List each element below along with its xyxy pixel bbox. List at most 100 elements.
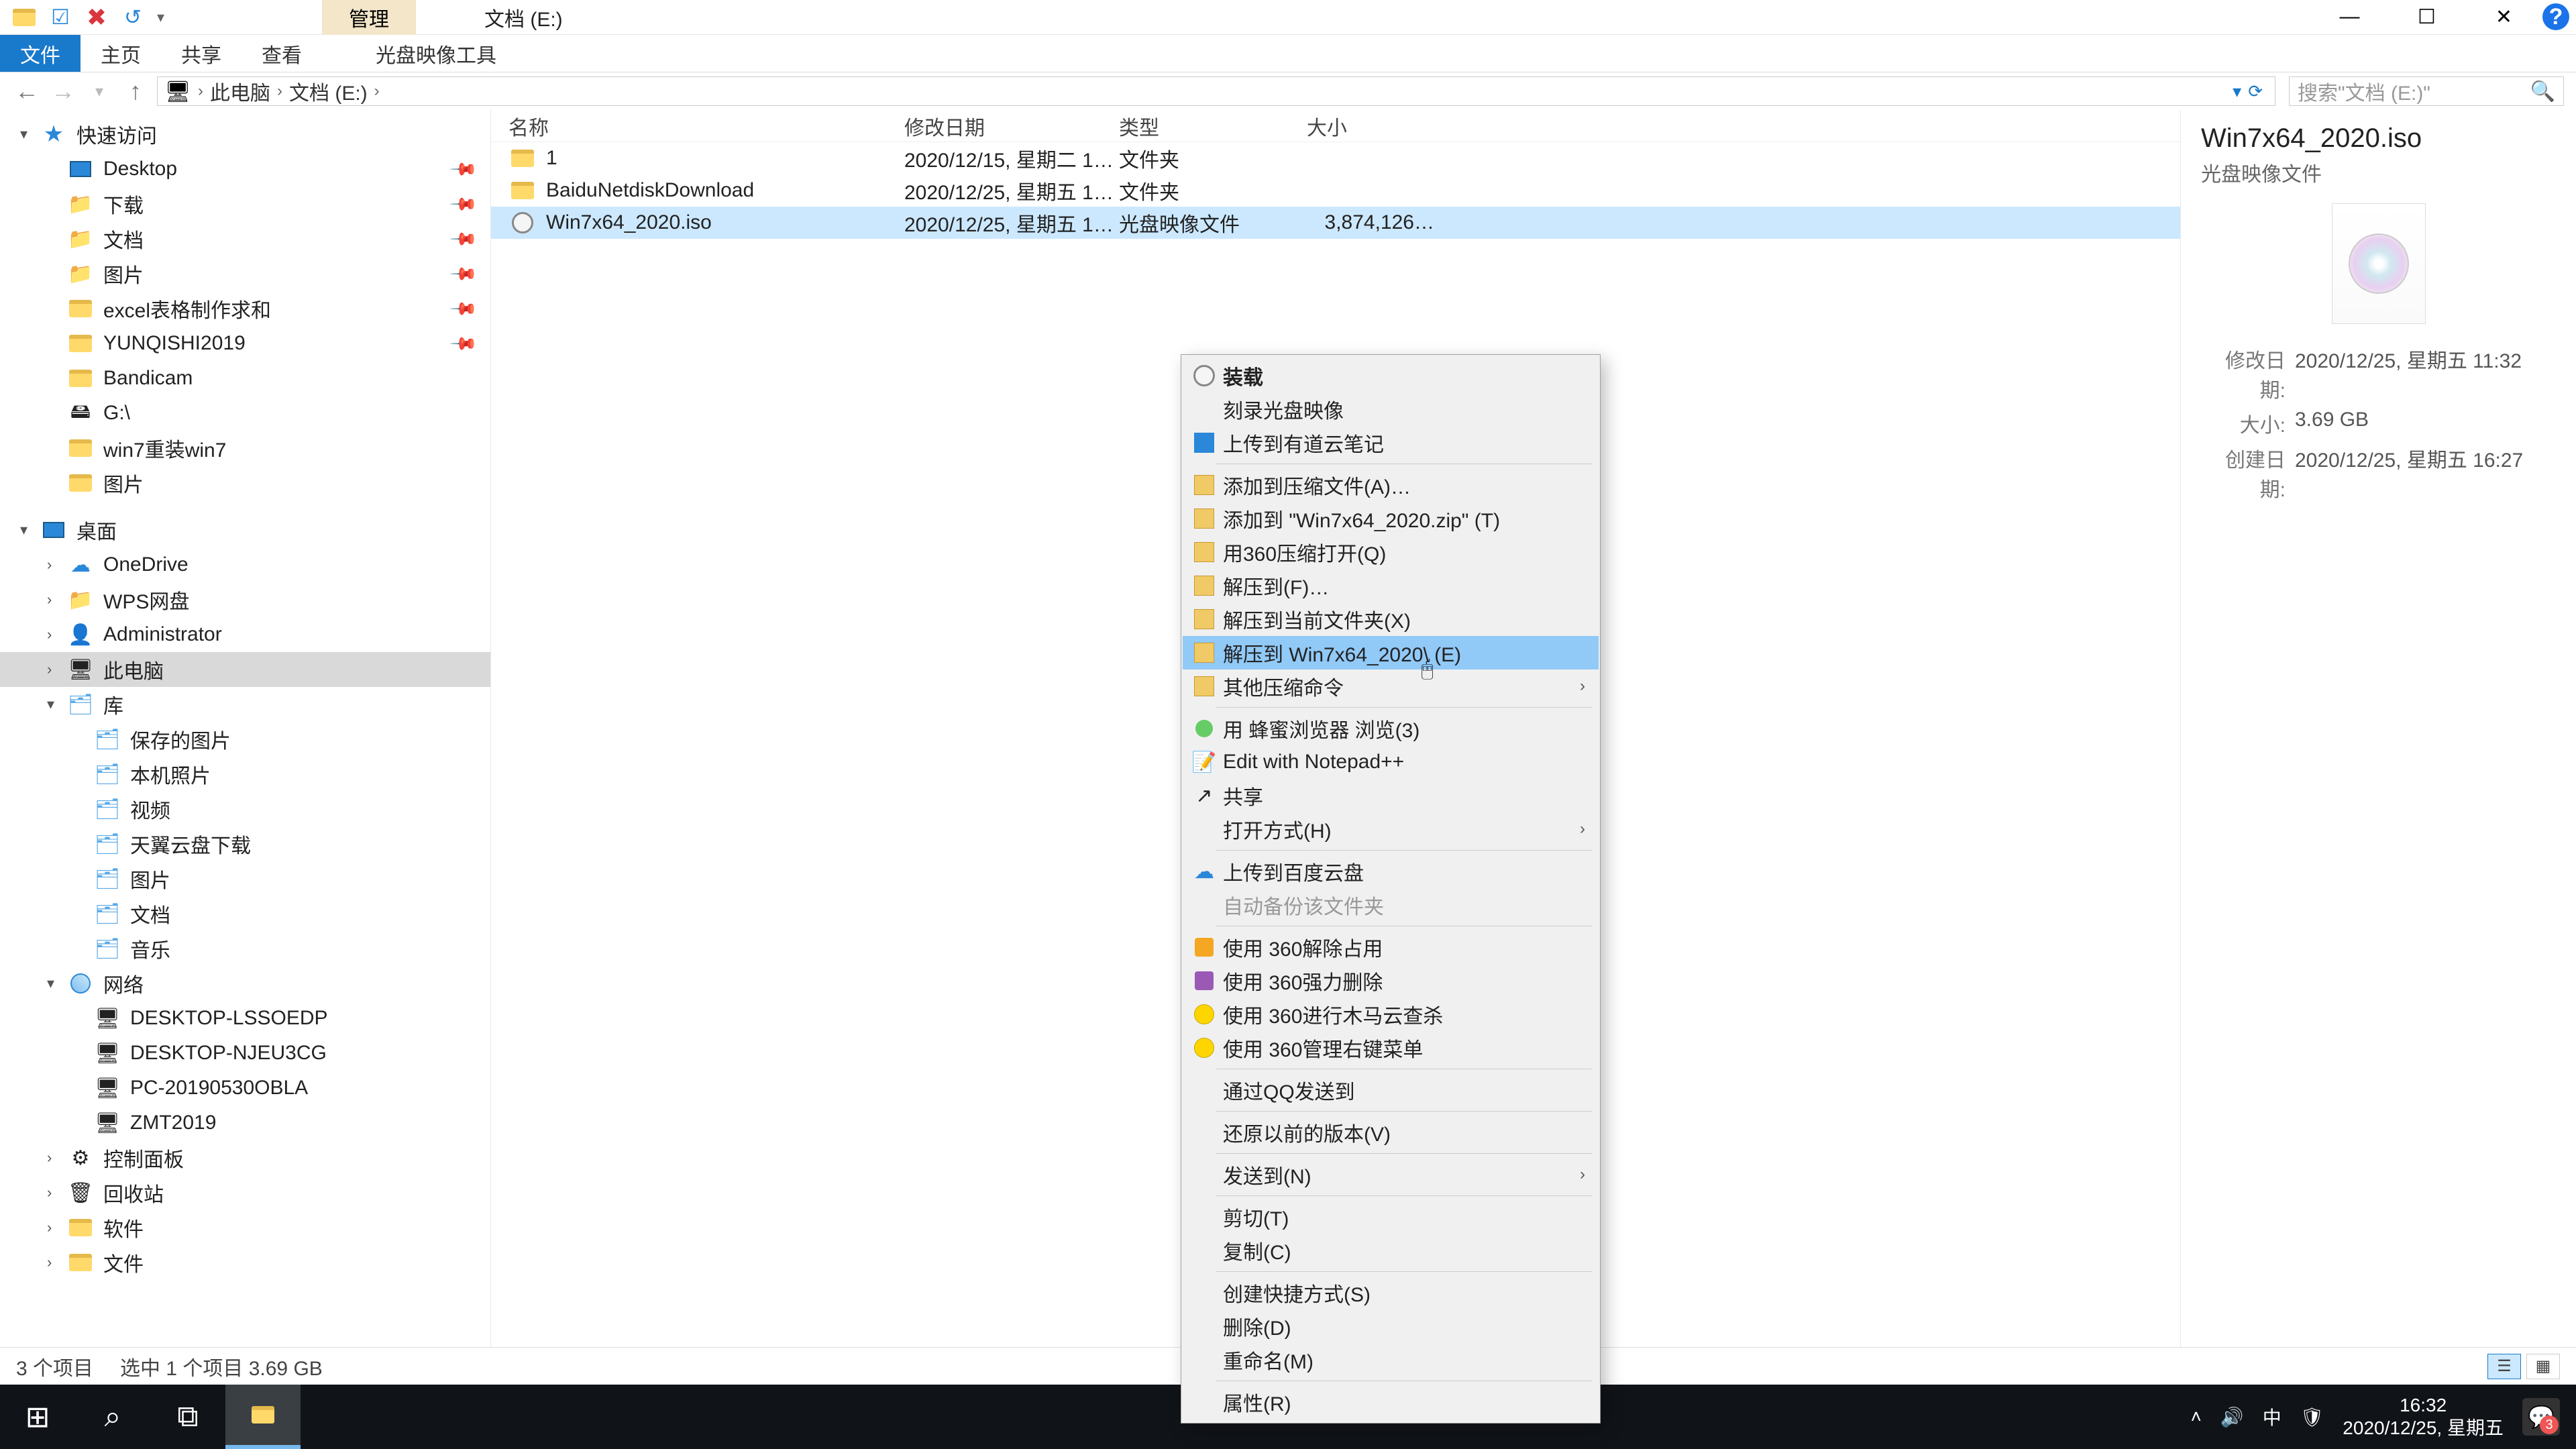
ribbon-tab-file[interactable]: 文件 [0,35,80,72]
chevron-down-icon[interactable]: ▾ [20,521,28,539]
tree-desktop-root[interactable]: ▾ 桌面 [0,513,490,547]
context-menu-item[interactable]: ↗共享 [1183,779,1599,812]
col-size[interactable]: 大小 [1307,111,1448,141]
chevron-right-icon[interactable]: › [47,1219,52,1236]
context-menu-item[interactable]: 上传到有道云笔记 [1183,426,1599,460]
tree-quick-item[interactable]: Bandicam [0,361,490,396]
chevron-down-icon[interactable]: ▾ [47,696,54,713]
tree-item[interactable]: ▾🗂库 [0,687,490,722]
nav-back-button[interactable]: ← [12,76,42,106]
tree-item[interactable]: 🗂天翼云盘下载 [0,826,490,861]
tree-item[interactable]: ›软件 [0,1210,490,1245]
taskbar-clock[interactable]: 16:32 2020/12/25, 星期五 [2343,1394,2504,1439]
tree-item[interactable]: 🖥PC-20190530OBLA [0,1071,490,1106]
tree-quick-item[interactable]: 📁图片📌 [0,256,490,291]
tree-item[interactable]: ›📁WPS网盘 [0,582,490,617]
task-view-button[interactable]: ⧉ [150,1385,225,1449]
search-input[interactable]: 搜索"文档 (E:)" 🔍 [2289,76,2564,106]
maximize-button[interactable]: ☐ [2388,0,2465,34]
ribbon-tab-view[interactable]: 查看 [241,35,322,72]
context-menu-item[interactable]: 删除(D) [1183,1309,1599,1343]
tree-item[interactable]: ▾网络 [0,966,490,1001]
tree-item[interactable]: ›🖥此电脑 [0,652,490,687]
chevron-right-icon[interactable]: › [195,82,206,101]
nav-up-button[interactable]: ↑ [121,76,150,106]
nav-forward-button[interactable]: → [48,76,78,106]
tree-item[interactable]: ›☁OneDrive [0,547,490,582]
chevron-right-icon[interactable]: › [372,82,382,101]
chevron-right-icon[interactable]: › [47,661,52,678]
table-row[interactable]: Win7x64_2020.iso2020/12/25, 星期五 1…光盘映像文件… [491,207,2180,239]
tree-item[interactable]: 🗂保存的图片 [0,722,490,757]
context-menu-item[interactable]: 重命名(M) [1183,1343,1599,1377]
context-menu-item[interactable]: 属性(R) [1183,1385,1599,1419]
context-menu-item[interactable]: 解压到(F)… [1183,569,1599,602]
table-row[interactable]: 12020/12/15, 星期二 1…文件夹 [491,142,2180,174]
context-menu-item[interactable]: 添加到 "Win7x64_2020.zip" (T) [1183,502,1599,535]
action-center-button[interactable]: 💬3 [2522,1398,2560,1436]
undo-icon[interactable]: ↺ [121,5,145,30]
ime-indicator[interactable]: 中 [2263,1403,2282,1430]
context-menu-item[interactable]: 📝Edit with Notepad++ [1183,745,1599,779]
context-menu-item[interactable]: 创建快捷方式(S) [1183,1276,1599,1309]
tree-quick-item[interactable]: 📁下载📌 [0,186,490,221]
context-menu-item[interactable]: 使用 360解除占用 [1183,930,1599,964]
delete-icon[interactable]: ✖ [85,5,109,30]
search-task-button[interactable]: ⌕ [75,1385,150,1449]
tree-item[interactable]: 🗂本机照片 [0,757,490,792]
tree-item[interactable]: ›⚙控制面板 [0,1140,490,1175]
context-menu-item[interactable]: 用360压缩打开(Q) [1183,535,1599,569]
chevron-right-icon[interactable]: › [47,1149,52,1167]
context-menu-item[interactable]: 还原以前的版本(V) [1183,1116,1599,1149]
context-menu-item[interactable]: 解压到 Win7x64_2020\ (E) [1183,636,1599,669]
chevron-right-icon[interactable]: › [47,591,52,608]
tree-quick-item[interactable]: win7重装win7 [0,431,490,466]
properties-icon[interactable]: ☑ [48,5,72,30]
chevron-right-icon[interactable]: › [47,1254,52,1271]
breadcrumb-item[interactable]: 此电脑 [210,76,270,106]
tree-item[interactable]: 🖥DESKTOP-NJEU3CG [0,1036,490,1071]
view-details-button[interactable]: ☰ [2487,1354,2521,1379]
chevron-down-icon[interactable]: ▾ [20,125,28,143]
context-menu-item[interactable]: 解压到当前文件夹(X) [1183,602,1599,636]
col-type[interactable]: 类型 [1119,111,1307,141]
tree-quick-item[interactable]: YUNQISHI2019📌 [0,326,490,361]
tree-item[interactable]: 🗂音乐 [0,931,490,966]
ribbon-tab-share[interactable]: 共享 [161,35,241,72]
tree-item[interactable]: 🗂文档 [0,896,490,931]
minimize-button[interactable]: — [2311,0,2388,34]
context-menu-item[interactable]: 通过QQ发送到 [1183,1073,1599,1107]
help-icon[interactable]: ? [2542,3,2569,30]
view-thumbnails-button[interactable]: ▦ [2526,1354,2560,1379]
tree-item[interactable]: 🖥DESKTOP-LSSOEDP [0,1001,490,1036]
context-menu-item[interactable]: 刻录光盘映像 [1183,392,1599,426]
chevron-right-icon[interactable]: › [274,82,285,101]
context-menu-item[interactable]: 使用 360进行木马云查杀 [1183,998,1599,1031]
nav-history-dropdown[interactable]: ▾ [85,76,114,106]
refresh-icon[interactable]: ⟳ [2248,81,2263,102]
chevron-right-icon[interactable]: › [47,556,52,574]
col-name[interactable]: 名称 [502,111,904,141]
close-button[interactable]: ✕ [2465,0,2542,34]
tree-item[interactable]: 🗂图片 [0,861,490,896]
col-date[interactable]: 修改日期 [904,111,1119,141]
context-menu-item[interactable]: 使用 360管理右键菜单 [1183,1031,1599,1065]
qat-dropdown-icon[interactable]: ▾ [157,9,164,26]
tree-item[interactable]: ›🗑回收站 [0,1175,490,1210]
breadcrumb-item[interactable]: 文档 (E:) [289,76,368,106]
tree-item[interactable]: 🖥ZMT2019 [0,1106,490,1140]
tree-item[interactable]: ›文件 [0,1245,490,1280]
context-menu-item[interactable]: 添加到压缩文件(A)… [1183,468,1599,502]
breadcrumb-dropdown-icon[interactable]: ▾ [2233,81,2241,102]
tree-quick-item[interactable]: 🖴G:\ [0,396,490,431]
explorer-taskbar-button[interactable] [225,1385,301,1449]
breadcrumb[interactable]: 🖥 › 此电脑 › 文档 (E:) › ▾ ⟳ [157,76,2275,106]
table-row[interactable]: BaiduNetdiskDownload2020/12/25, 星期五 1…文件… [491,174,2180,207]
context-menu-item[interactable]: 发送到(N)› [1183,1158,1599,1191]
tree-quick-access[interactable]: ▾ ★ 快速访问 [0,117,490,152]
context-menu-item[interactable]: 打开方式(H)› [1183,812,1599,846]
tree-item[interactable]: ›👤Administrator [0,617,490,652]
context-menu-item[interactable]: 用 蜂蜜浏览器 浏览(3) [1183,712,1599,745]
context-menu-item[interactable]: ☁上传到百度云盘 [1183,855,1599,888]
tree-item[interactable]: 🗂视频 [0,792,490,826]
